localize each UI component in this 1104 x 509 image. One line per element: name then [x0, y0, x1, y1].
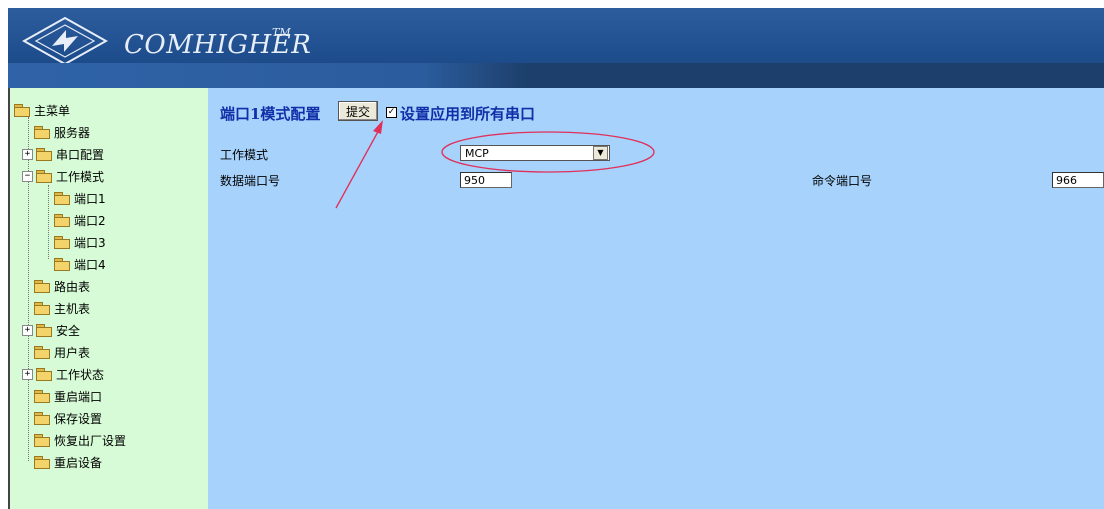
sidebar-root-label: 主菜单	[34, 103, 71, 118]
folder-icon	[36, 324, 52, 337]
tree-connector	[48, 185, 49, 259]
sidebar-item-label: 服务器	[54, 125, 91, 140]
submit-button[interactable]: 提交	[338, 101, 378, 121]
sidebar-item-work-mode[interactable]: − 工作模式	[22, 166, 104, 186]
sidebar-menu: 主菜单 服务器 + 串口配置 − 工作模式 端口1 端口2 端口3 端口4 路由…	[8, 88, 210, 509]
folder-icon	[34, 390, 50, 403]
sidebar-item-label: 重启端口	[54, 389, 103, 404]
sidebar-item-user-table[interactable]: 用户表	[34, 342, 90, 362]
folder-open-icon	[14, 104, 30, 117]
expand-icon[interactable]: +	[22, 324, 33, 336]
sidebar-item-factory-reset[interactable]: 恢复出厂设置	[34, 430, 126, 450]
folder-icon	[34, 412, 50, 425]
folder-icon	[36, 148, 52, 161]
expand-icon[interactable]: +	[22, 148, 33, 160]
trademark-mark: TM	[272, 26, 291, 39]
sidebar-item-label: 重启设备	[54, 455, 103, 470]
folder-icon	[34, 434, 50, 447]
data-port-input[interactable]: 950	[460, 172, 512, 188]
header-band-highlight	[8, 63, 528, 88]
sidebar-item-label: 路由表	[54, 279, 91, 294]
sidebar-item-label: 保存设置	[54, 411, 103, 426]
folder-icon	[36, 368, 52, 381]
sidebar-item-label: 端口2	[74, 213, 106, 228]
sidebar-item-security[interactable]: + 安全	[22, 320, 80, 340]
collapse-icon[interactable]: −	[22, 170, 33, 182]
dropdown-arrow-icon[interactable]: ▼	[593, 146, 608, 160]
page-title: 端口1模式配置	[220, 105, 321, 123]
sidebar-item-label: 用户表	[54, 345, 91, 360]
work-mode-select[interactable]: MCP ▼	[460, 145, 610, 161]
folder-icon	[54, 192, 70, 205]
sidebar-root[interactable]: 主菜单	[14, 100, 70, 120]
work-mode-label: 工作模式	[220, 148, 269, 162]
sidebar-item-label: 端口1	[74, 191, 106, 206]
main-content: 端口1模式配置 提交 ✓ 设置应用到所有串口 工作模式 MCP ▼ 数据端口号 …	[208, 88, 1104, 509]
sidebar-item-save-settings[interactable]: 保存设置	[34, 408, 102, 428]
sidebar-item-port3[interactable]: 端口3	[54, 232, 106, 252]
command-port-label: 命令端口号	[812, 174, 873, 188]
command-port-input[interactable]: 966	[1052, 172, 1104, 188]
folder-icon	[34, 346, 50, 359]
folder-icon	[54, 214, 70, 227]
sidebar-item-host-table[interactable]: 主机表	[34, 298, 90, 318]
folder-icon	[34, 456, 50, 469]
sidebar-item-server[interactable]: 服务器	[34, 122, 90, 142]
folder-icon	[34, 280, 50, 293]
sidebar-item-port2[interactable]: 端口2	[54, 210, 106, 230]
sidebar-item-route-table[interactable]: 路由表	[34, 276, 90, 296]
sidebar-item-label: 安全	[56, 323, 81, 338]
sidebar-item-label: 工作状态	[56, 367, 105, 382]
apply-all-checkbox[interactable]: ✓	[386, 107, 397, 118]
sidebar-item-label: 串口配置	[56, 147, 105, 162]
sidebar-item-port4[interactable]: 端口4	[54, 254, 106, 274]
folder-icon	[54, 258, 70, 271]
sidebar-item-label: 恢复出厂设置	[54, 433, 127, 448]
expand-icon[interactable]: +	[22, 368, 33, 380]
sidebar-item-label: 端口3	[74, 235, 106, 250]
sidebar-item-serial-config[interactable]: + 串口配置	[22, 144, 104, 164]
sidebar-item-restart-device[interactable]: 重启设备	[34, 452, 102, 472]
folder-icon	[34, 302, 50, 315]
sidebar-item-work-status[interactable]: + 工作状态	[22, 364, 104, 384]
header-banner: COMHIGHER TM	[8, 8, 1104, 88]
folder-icon	[34, 126, 50, 139]
sidebar-item-restart-port[interactable]: 重启端口	[34, 386, 102, 406]
work-mode-value: MCP	[465, 146, 489, 160]
folder-icon	[54, 236, 70, 249]
folder-open-icon	[36, 170, 52, 183]
apply-all-label: 设置应用到所有串口	[400, 105, 536, 123]
sidebar-item-label: 端口4	[74, 257, 106, 272]
data-port-label: 数据端口号	[220, 174, 281, 188]
sidebar-item-label: 主机表	[54, 301, 91, 316]
sidebar-item-label: 工作模式	[56, 169, 105, 184]
sidebar-item-port1[interactable]: 端口1	[54, 188, 106, 208]
logo-icon	[22, 16, 108, 66]
